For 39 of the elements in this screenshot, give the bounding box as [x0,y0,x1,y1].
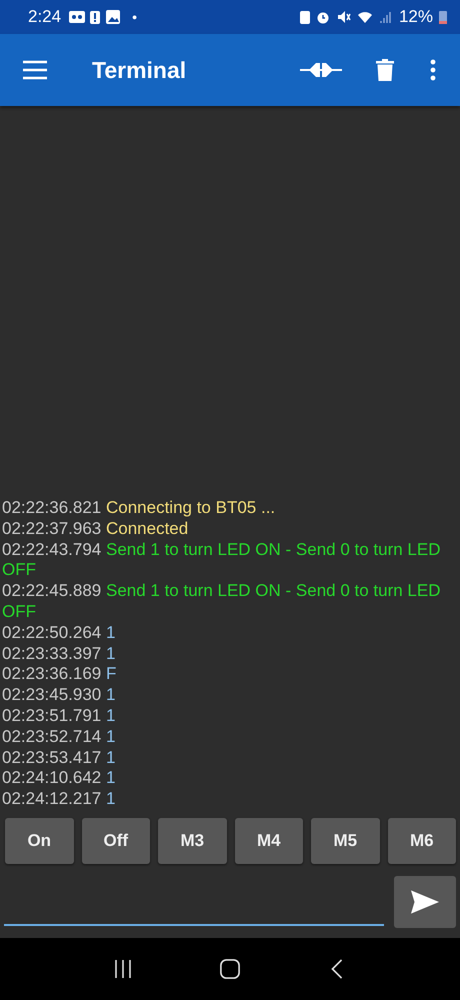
macro-button[interactable]: M6 [388,818,456,864]
send-button[interactable] [394,876,456,928]
image-icon [105,10,122,24]
log-line: 02:23:52.714 1 [2,726,116,748]
send-icon [411,890,439,914]
notification-dot: • [132,9,137,25]
log-line: 02:23:51.791 1 [2,706,116,727]
wifi-icon [356,10,373,24]
log-line: 02:23:45.930 1 [2,685,116,706]
log-line: 02:24:10.642 1 [2,768,116,790]
log-line: 02:22:36.821 Connecting to BT05 ... [2,498,276,519]
menu-icon[interactable] [23,60,47,80]
log-line: 02:22:50.264 1 [2,622,116,644]
log-line: 02:24:12.217 1 [2,789,116,810]
macro-button[interactable]: M4 [234,818,303,864]
app-title: Terminal [92,56,186,84]
more-icon[interactable] [430,59,436,81]
macro-button[interactable]: M5 [311,818,380,864]
alarm-icon [314,10,331,24]
log-line: 02:23:36.169 F [2,664,118,686]
battery-icon [438,10,448,24]
log-line: 02:23:33.397 1 [2,644,116,664]
signal-icon [378,10,394,24]
macro-button[interactable]: M3 [158,818,226,864]
clock: 2:24 [28,7,62,27]
voicemail-icon [69,10,86,24]
home-icon[interactable] [220,959,240,979]
alert-icon [90,10,100,24]
log-line: 02:22:37.963 Connected [2,518,190,540]
macro-button[interactable]: On [5,818,74,864]
log-line: 02:23:53.417 1 [2,748,116,768]
macro-button[interactable]: Off [82,818,150,864]
mute-icon [336,10,352,24]
log-line: 02:22:43.794 Send 1 to turn LED ON - Send 0 to turn LED OFF [2,540,442,582]
recent-apps-icon[interactable] [113,959,134,979]
log-line: 02:22:45.889 Send 1 to turn LED ON - Send 0 to turn LED OFF [2,581,442,623]
plug-icon[interactable] [300,60,342,80]
battery-percent: 12% [398,7,433,27]
delete-icon[interactable] [376,59,394,81]
